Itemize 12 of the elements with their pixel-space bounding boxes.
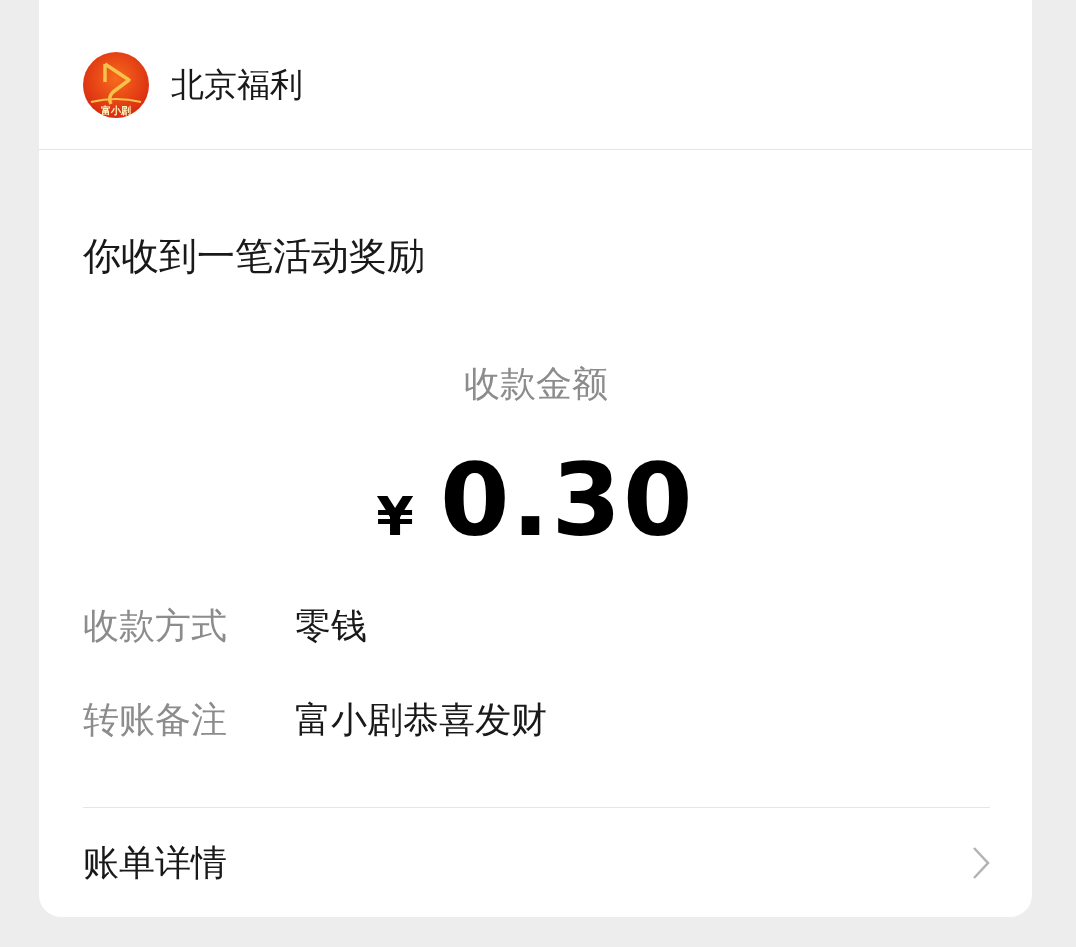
detail-label: 收款方式 xyxy=(83,604,228,648)
account-name: 北京福利 xyxy=(171,63,303,106)
amount-value: 0.30 xyxy=(439,451,695,551)
currency-symbol: ¥ xyxy=(376,484,414,550)
logo-icon: 富小剧 xyxy=(83,51,149,118)
detail-label: 转账备注 xyxy=(83,698,228,742)
amount-label: 收款金额 xyxy=(462,362,609,406)
detail-value: 富小剧恭喜发财 xyxy=(295,698,547,742)
message-title: 你收到一笔活动奖励 xyxy=(82,233,426,280)
detail-value: 零钱 xyxy=(295,604,367,648)
bill-details-link[interactable]: 账单详情 xyxy=(83,807,990,917)
chevron-right-icon xyxy=(972,845,990,880)
